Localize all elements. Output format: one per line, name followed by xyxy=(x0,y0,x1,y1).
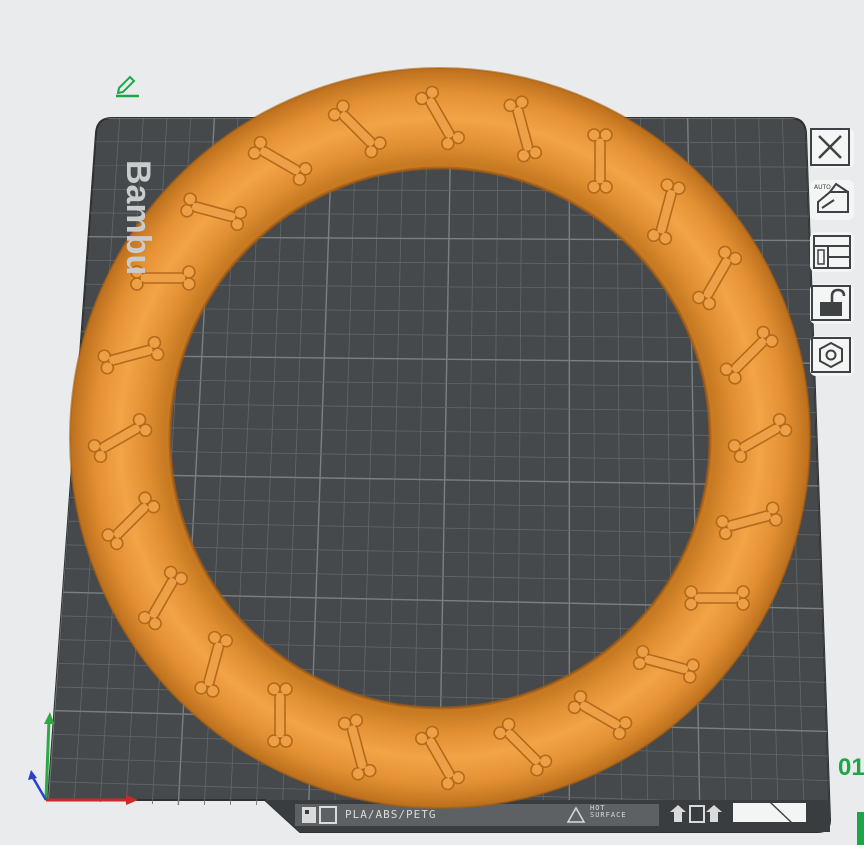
hot-surface-label: HOT SURFACE xyxy=(590,805,627,819)
auto-orient-icon: AUTO xyxy=(814,182,849,213)
arrange-button[interactable] xyxy=(810,232,854,272)
build-plate-scene[interactable] xyxy=(0,0,864,845)
plate-brand-text: Bambu xyxy=(119,160,157,276)
auto-badge: AUTO xyxy=(814,184,831,191)
filament-compat-label: PLA/ABS/PETG xyxy=(345,808,437,821)
close-icon xyxy=(810,128,850,166)
edit-plate-name-icon[interactable] xyxy=(113,70,141,98)
arrange-icon xyxy=(813,235,851,269)
plate-settings-icon xyxy=(811,337,851,373)
corner-indicator-bar xyxy=(857,812,864,845)
auto-orient-button[interactable]: AUTO xyxy=(810,180,854,220)
unlock-icon xyxy=(811,285,851,321)
hot-surface-line2: SURFACE xyxy=(590,811,627,819)
3d-viewport[interactable]: Bambu PLA/ABS/PETG HOT SURFACE AUTO 01 xyxy=(0,0,864,845)
corner-number: 01 xyxy=(838,754,864,781)
lock-button[interactable] xyxy=(810,284,854,324)
plate-settings-button[interactable] xyxy=(810,336,854,376)
close-button[interactable] xyxy=(810,128,854,168)
